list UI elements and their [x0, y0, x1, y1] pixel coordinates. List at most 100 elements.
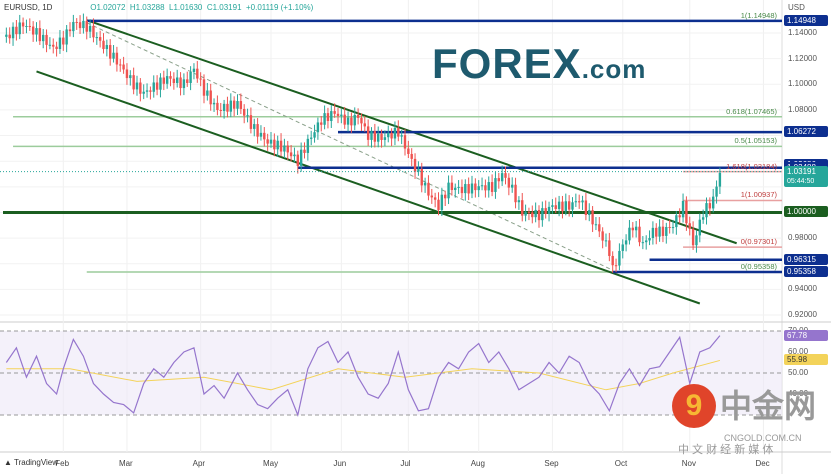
candle-body [591, 210, 594, 225]
candle-body [671, 227, 675, 229]
ohlc-header: EURUSD, 1D O1.02072 H1.03288 L1.01630 C1… [4, 3, 313, 12]
candle-body [624, 240, 628, 245]
candle-body [350, 117, 353, 126]
candle-body [25, 26, 28, 28]
low-value: L1.01630 [169, 3, 203, 12]
candle-body [490, 182, 494, 192]
currency-label: USD [788, 3, 805, 12]
candle-body [189, 72, 192, 83]
candle-body [109, 45, 112, 59]
candle-body [554, 205, 557, 209]
candle-body [35, 28, 38, 35]
candle-body [18, 22, 21, 35]
candle-body [604, 240, 608, 242]
candle-body [387, 133, 390, 138]
candle-body [708, 203, 712, 209]
candle-body [373, 131, 377, 142]
candle-body [403, 135, 407, 149]
candle-body [634, 226, 638, 231]
candle-body [534, 209, 537, 218]
candle-body [477, 186, 480, 191]
candle-body [186, 79, 189, 83]
forex-logo-main: FOREX [432, 40, 582, 87]
tradingview-brand: ▲ TradingView [4, 458, 59, 467]
candle-body [581, 200, 584, 203]
candle-body [544, 208, 547, 214]
candle-body [155, 82, 159, 90]
candle-body [688, 223, 691, 229]
candle-body [651, 227, 655, 239]
candle-body [397, 127, 400, 137]
candle-body [239, 101, 243, 109]
candle-body [447, 182, 450, 199]
month-label-Jun: Jun [333, 459, 347, 468]
candle-body [31, 26, 35, 35]
candle-body [661, 226, 665, 236]
candle-body [665, 226, 668, 236]
candle-body [701, 217, 705, 220]
candle-body [48, 44, 52, 46]
tradingview-label: TradingView [14, 458, 59, 467]
candle-body [638, 226, 641, 243]
candle-body [320, 122, 323, 125]
candle-body [28, 26, 31, 28]
candle-body [718, 172, 722, 187]
candle-body [58, 37, 62, 50]
level-tag: 1.14948 [784, 14, 828, 26]
candle-body [326, 113, 330, 122]
candle-body [299, 149, 303, 166]
candle-body [105, 45, 109, 50]
candle-body [564, 201, 567, 212]
candle-body [95, 37, 98, 39]
candle-body [313, 132, 316, 138]
last-price-tag: 1.03191 05:44:50 [784, 165, 828, 187]
price-axis-label: 0.94000 [788, 284, 817, 294]
candle-body [92, 25, 95, 38]
candle-body [303, 149, 306, 153]
candle-body [172, 78, 176, 84]
month-label-Aug: Aug [470, 459, 485, 468]
candle-body [614, 265, 618, 267]
chart-window: EURUSD, 1D O1.02072 H1.03288 L1.01630 C1… [0, 0, 831, 474]
candle-body [98, 37, 102, 41]
level-tag: 0.95358 [784, 265, 828, 277]
candle-body [5, 34, 8, 37]
cngold-watermark: 9 中金网 CNGOLD.COM.CN 中 文 财 经 新 媒 体 [672, 384, 822, 460]
candle-body [601, 231, 604, 241]
candle-body [229, 100, 232, 112]
candle-body [567, 201, 571, 210]
candle-body [165, 76, 169, 84]
candle-body [266, 139, 269, 144]
fib-label: 0(0.97301) [740, 237, 777, 247]
candle-body [547, 206, 551, 214]
candle-body [410, 153, 413, 159]
candle-body [55, 46, 58, 50]
candle-body [192, 68, 196, 73]
candle-body [102, 40, 105, 50]
candle-body [139, 82, 142, 94]
candle-body [243, 108, 246, 116]
cngold-subtitle: 中 文 财 经 新 媒 体 [678, 444, 774, 456]
level-tag: 0.96315 [784, 253, 828, 265]
candle-body [400, 135, 403, 137]
candle-body [675, 215, 678, 228]
candle-body [561, 201, 564, 212]
candle-body [521, 200, 524, 216]
candle-body [383, 137, 387, 140]
candle-body [611, 255, 614, 266]
candle-body [119, 64, 122, 66]
candle-body [135, 82, 139, 90]
price-axis-label: 0.92000 [788, 310, 817, 320]
candle-body [668, 226, 671, 228]
candle-body [306, 138, 310, 153]
candle-body [162, 77, 165, 84]
high-value: H1.03288 [129, 3, 165, 12]
fib-label: 1(1.00937) [740, 190, 777, 200]
candle-body [363, 123, 366, 127]
close-value: C1.03191 [206, 3, 242, 12]
candle-body [500, 173, 504, 182]
candle-body [380, 133, 383, 140]
candle-body [330, 111, 333, 122]
candle-body [356, 114, 360, 118]
price-axis-label: 0.98000 [788, 233, 817, 243]
